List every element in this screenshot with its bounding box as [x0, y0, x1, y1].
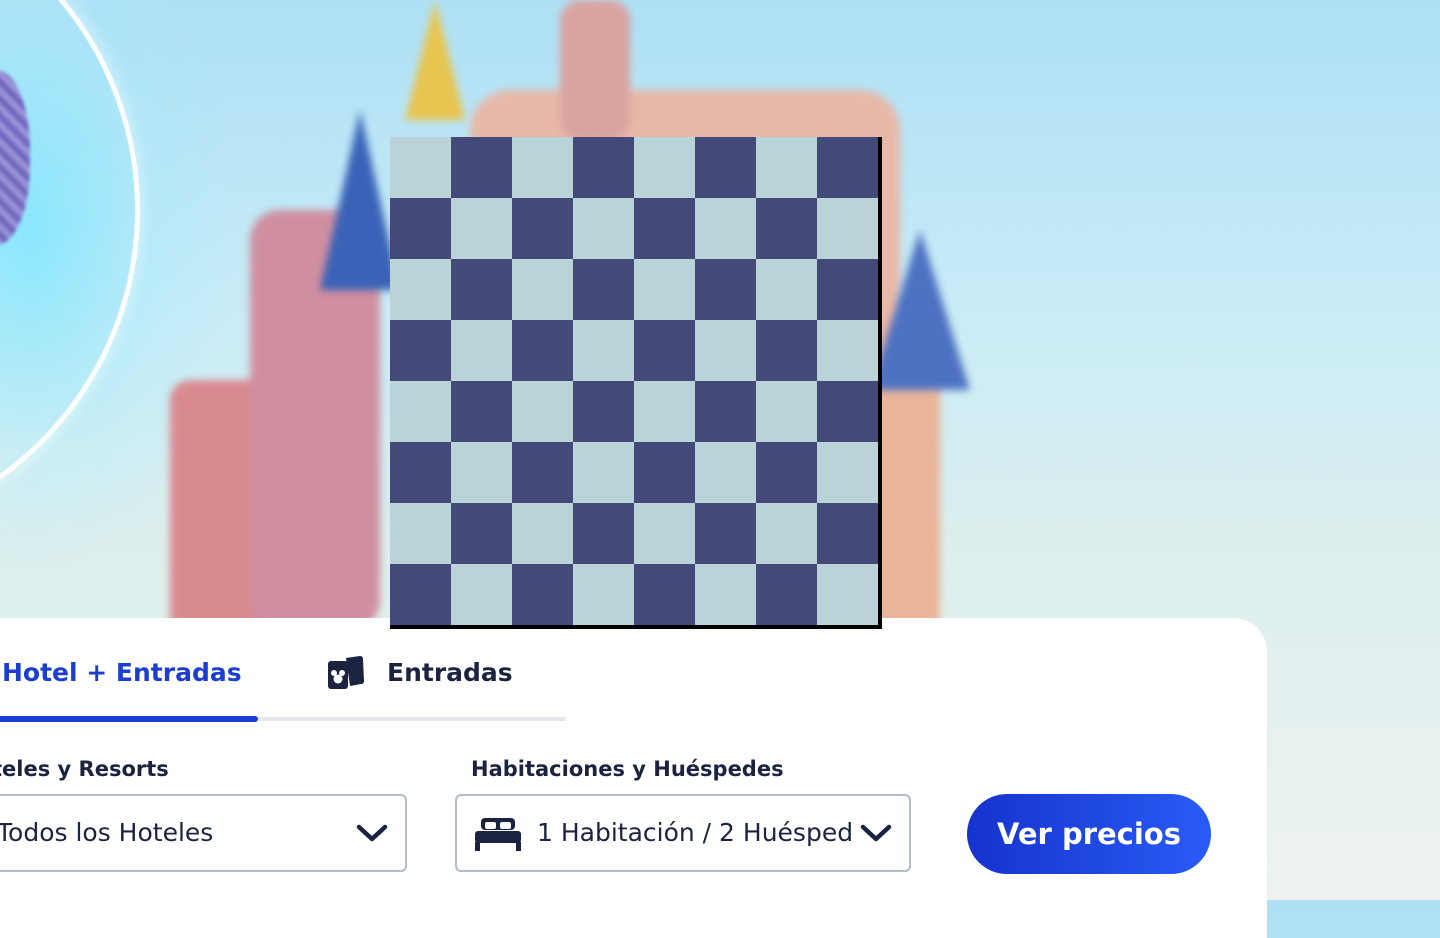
- checker-square: [817, 381, 878, 442]
- checker-square: [817, 259, 878, 320]
- checker-square: [695, 442, 756, 503]
- checker-square: [512, 259, 573, 320]
- checker-square: [451, 137, 512, 198]
- checker-square: [573, 503, 634, 564]
- checker-square: [512, 137, 573, 198]
- rooms-guests-value: 1 Habitación / 2 Huéspedes: [537, 818, 852, 847]
- checker-square: [390, 320, 451, 381]
- hotels-select[interactable]: Todos los Hoteles: [0, 794, 407, 872]
- tab-entradas[interactable]: Entradas: [387, 658, 513, 687]
- checker-square: [390, 137, 451, 198]
- checker-square: [573, 381, 634, 442]
- checker-square: [451, 503, 512, 564]
- rooms-field-label: Habitaciones y Huéspedes: [471, 757, 784, 781]
- checker-square: [573, 320, 634, 381]
- checkerboard-placeholder: [390, 137, 882, 629]
- checker-square: [817, 442, 878, 503]
- checker-square: [512, 198, 573, 259]
- castle-spire: [870, 230, 970, 390]
- checker-square: [390, 259, 451, 320]
- checker-square: [817, 320, 878, 381]
- tab-hotel-entradas[interactable]: Hotel + Entradas: [2, 658, 242, 687]
- checker-square: [573, 137, 634, 198]
- rooms-guests-select[interactable]: 1 Habitación / 2 Huéspedes: [455, 794, 911, 872]
- checker-square: [756, 442, 817, 503]
- checker-square: [634, 259, 695, 320]
- checker-square: [756, 503, 817, 564]
- checker-square: [756, 564, 817, 625]
- checker-square: [451, 320, 512, 381]
- castle-spire: [405, 0, 465, 120]
- checker-square: [756, 259, 817, 320]
- checker-square: [756, 137, 817, 198]
- checker-square: [573, 564, 634, 625]
- checker-square: [634, 198, 695, 259]
- castle-spire: [320, 110, 400, 290]
- checker-square: [390, 564, 451, 625]
- checker-square: [451, 442, 512, 503]
- checker-square: [390, 442, 451, 503]
- checker-square: [756, 381, 817, 442]
- checker-square: [512, 564, 573, 625]
- checker-square: [817, 137, 878, 198]
- castle-spire: [560, 0, 630, 140]
- chevron-down-icon: [860, 824, 892, 842]
- hotels-select-value: Todos los Hoteles: [0, 818, 214, 847]
- tickets-icon: [328, 656, 364, 689]
- hotels-field-label: Hoteles y Resorts: [0, 757, 169, 781]
- checker-square: [512, 320, 573, 381]
- checker-square: [634, 503, 695, 564]
- checker-square: [512, 442, 573, 503]
- checker-square: [695, 564, 756, 625]
- checker-square: [451, 198, 512, 259]
- checker-square: [390, 381, 451, 442]
- checker-square: [573, 198, 634, 259]
- checker-square: [817, 198, 878, 259]
- ver-precios-button[interactable]: Ver precios: [967, 794, 1211, 874]
- checker-square: [451, 381, 512, 442]
- checker-square: [634, 137, 695, 198]
- bed-icon: [475, 818, 521, 851]
- checker-square: [817, 503, 878, 564]
- checker-square: [695, 198, 756, 259]
- checker-square: [634, 320, 695, 381]
- checker-square: [634, 564, 695, 625]
- checker-square: [573, 259, 634, 320]
- checker-square: [817, 564, 878, 625]
- checker-square: [634, 442, 695, 503]
- checker-square: [695, 503, 756, 564]
- checker-square: [451, 259, 512, 320]
- checker-square: [695, 259, 756, 320]
- checker-square: [390, 198, 451, 259]
- checker-square: [756, 320, 817, 381]
- checker-square: [695, 137, 756, 198]
- checker-square: [573, 442, 634, 503]
- checker-square: [756, 198, 817, 259]
- checker-square: [512, 503, 573, 564]
- checker-square: [695, 320, 756, 381]
- checker-square: [512, 381, 573, 442]
- chevron-down-icon: [356, 824, 388, 842]
- checker-square: [634, 381, 695, 442]
- checker-square: [390, 503, 451, 564]
- checker-square: [451, 564, 512, 625]
- tab-active-indicator: [0, 716, 258, 722]
- checker-square: [695, 381, 756, 442]
